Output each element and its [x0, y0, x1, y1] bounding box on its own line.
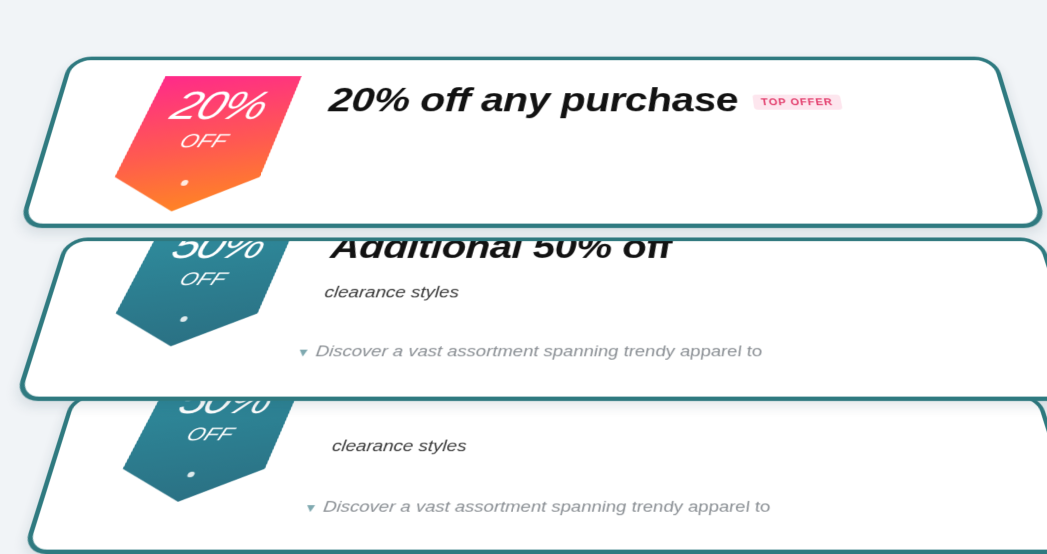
offer-description: Discover a vast assortment spanning tren…: [322, 498, 771, 516]
offer-subtitle: clearance styles: [331, 438, 467, 456]
offer-subtitle: clearance styles: [323, 284, 459, 302]
offer-title: Additional 50% off: [329, 237, 673, 266]
badge-off-label: OFF: [176, 132, 230, 151]
offer-title-text: 20% off any purchase: [327, 82, 740, 119]
badge-percent: 50%: [165, 237, 272, 264]
offer-description-toggle[interactable]: ▼ Discover a vast assortment spanning tre…: [295, 343, 763, 361]
offer-card-3[interactable]: 50% OFF clearance styles ▼ Discover a vas…: [22, 394, 1047, 554]
discount-badge: 50% OFF: [105, 394, 307, 502]
dot-icon: [180, 180, 189, 186]
offer-title: 20% off any purchase TOP OFFER: [327, 82, 844, 120]
top-offer-tag: TOP OFFER: [752, 95, 843, 110]
badge-off-label: OFF: [183, 426, 236, 444]
dot-icon: [186, 472, 195, 478]
offer-description: Discover a vast assortment spanning tren…: [315, 343, 763, 360]
offer-stack: 50% OFF clearance styles ▼ Discover a vas…: [0, 0, 1047, 551]
offer-card-2[interactable]: 50% OFF Additional 50% off clearance sty…: [14, 237, 1047, 401]
badge-off-label: OFF: [176, 271, 229, 289]
dot-icon: [179, 316, 188, 322]
offer-description-toggle[interactable]: ▼ Discover a vast assortment spanning tre…: [303, 498, 772, 516]
chevron-down-icon: ▼: [303, 501, 318, 514]
discount-badge: 20% OFF: [97, 76, 302, 211]
badge-percent: 20%: [165, 86, 274, 126]
chevron-down-icon: ▼: [296, 345, 311, 358]
discount-badge: 50% OFF: [98, 237, 300, 346]
offer-card-1[interactable]: 20% OFF 20% off any purchase TOP OFFER: [18, 57, 1047, 228]
